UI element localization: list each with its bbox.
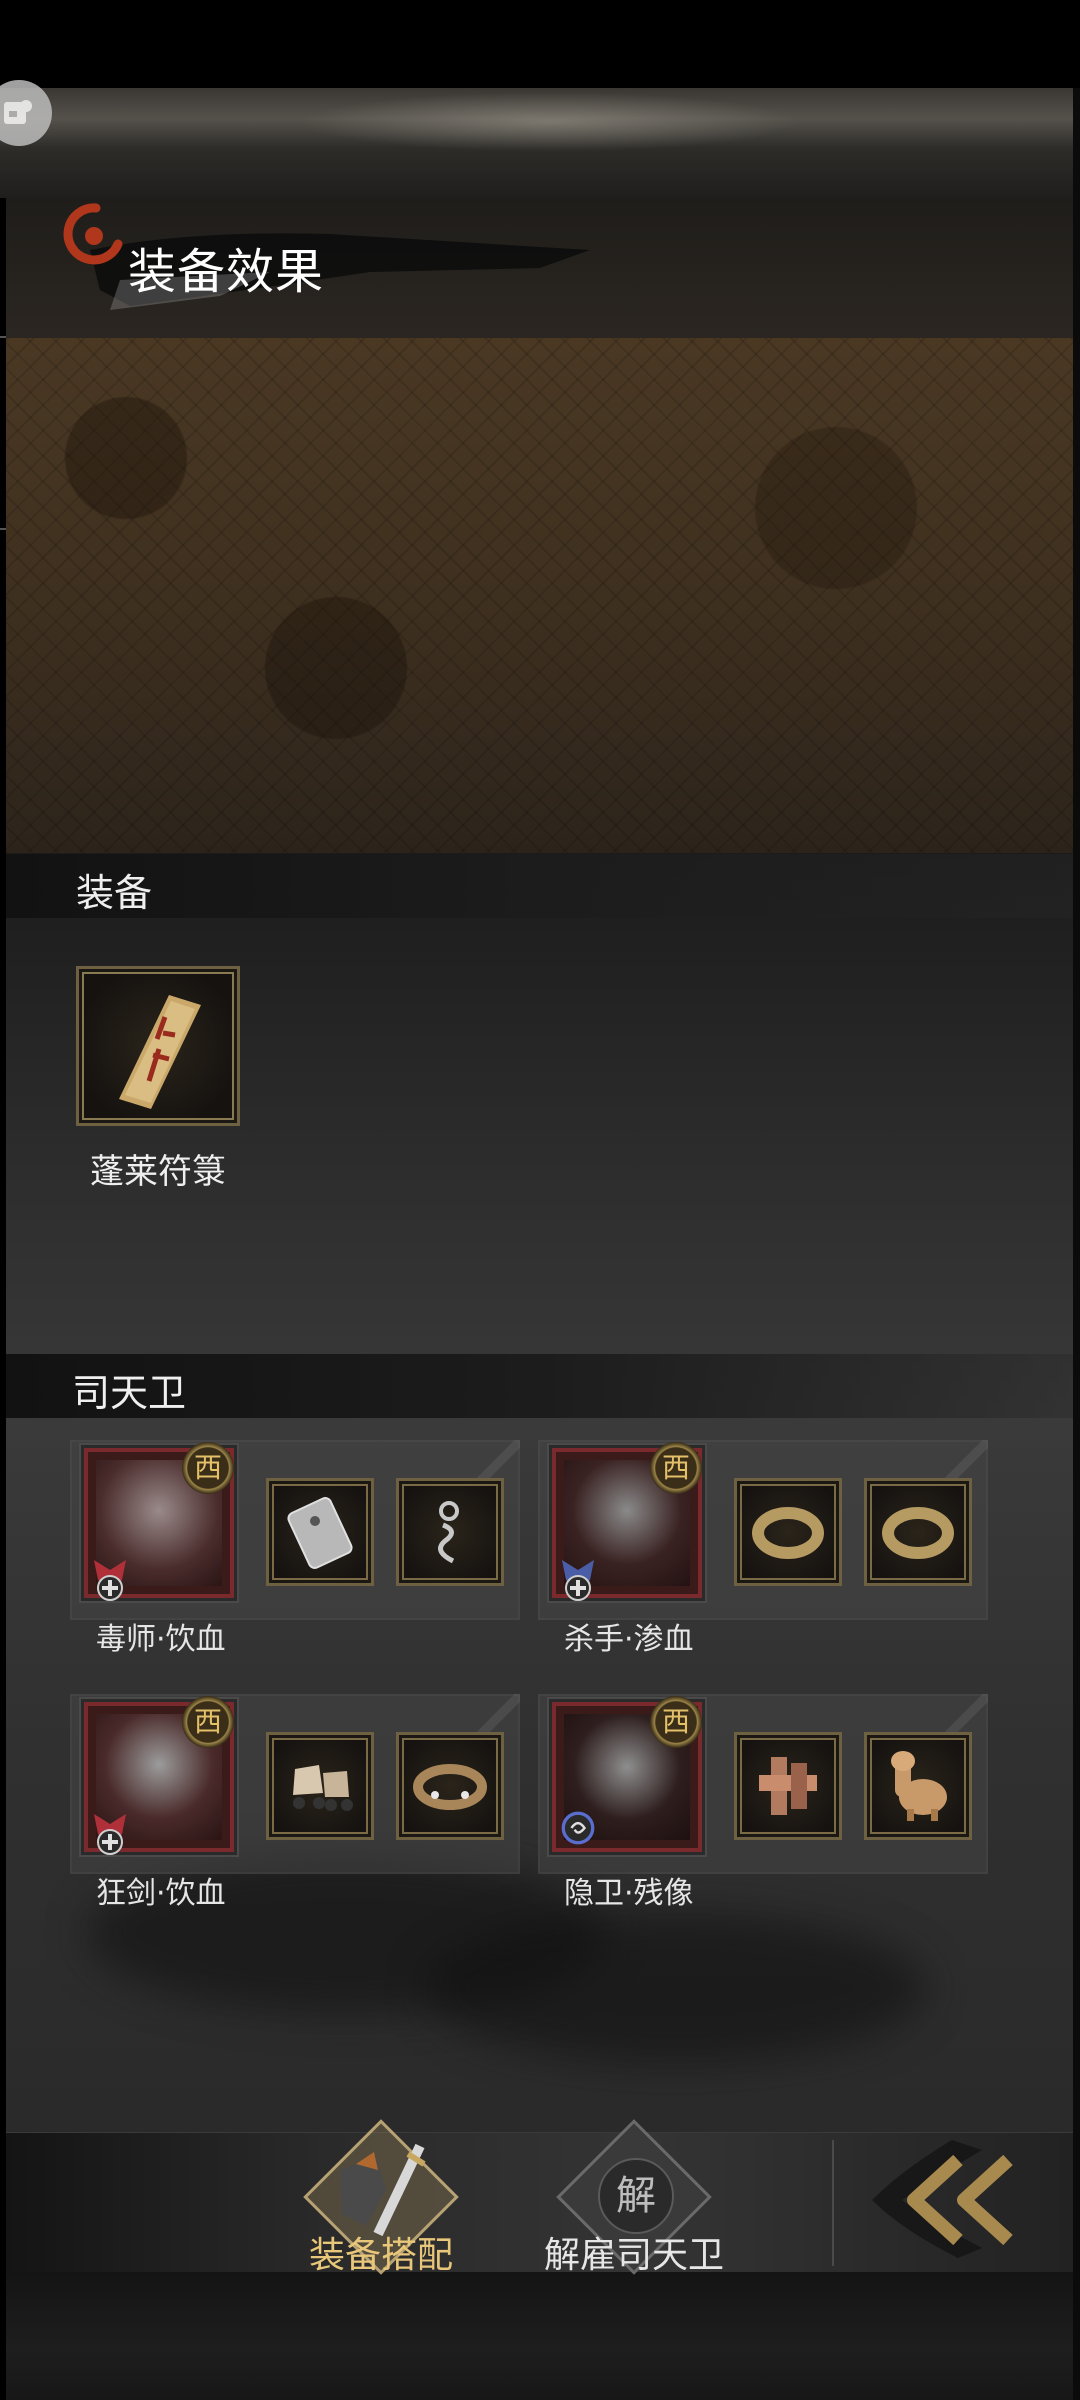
puzzle-icon [4,100,32,124]
gear-slot[interactable] [734,1478,842,1586]
guard-card[interactable]: 西 [70,1694,520,1874]
equip-match-button[interactable]: 装备搭配 [296,2119,466,2284]
faction-badge: 西 [182,1442,234,1494]
dismiss-label: 解雇司天卫 [543,2235,724,2276]
character-name: 隐卫·残像 [564,1876,694,1911]
gear-slot[interactable] [266,1732,374,1840]
gear-slot[interactable] [266,1478,374,1586]
equipment-item-name: 蓬莱符箓 [90,1152,226,1192]
effect-description-panel [6,338,1073,853]
red-seal-icon [63,203,123,265]
red-cross-emblem-icon [94,1814,126,1855]
double-chevron-left-icon [872,2140,1013,2258]
guard-card[interactable]: 西 [538,1440,988,1620]
equipment-section-bar [6,854,1073,918]
serpent-pendant-icon [438,1501,459,1564]
character-name: 狂剑·饮血 [96,1876,226,1911]
equipment-section-label: 装备 [76,871,153,915]
gear-slot[interactable] [864,1732,972,1840]
back-button[interactable] [862,2130,1042,2266]
gold-ring-icon [752,1507,824,1559]
character-name: 毒师·饮血 [96,1622,226,1657]
equipment-slot-penglai-talisman[interactable] [76,966,240,1126]
bottom-divider [832,2140,834,2266]
gear-slot[interactable] [734,1732,842,1840]
guard-card[interactable]: 西 [70,1440,520,1620]
dismiss-guard-button[interactable]: 解 解雇司天卫 [536,2119,732,2284]
top-frame-sheen [300,92,800,152]
blue-cross-emblem-icon [562,1560,594,1601]
faction-badge: 西 [182,1696,234,1748]
red-cross-emblem-icon [94,1560,126,1601]
gear-slot[interactable] [396,1478,504,1586]
roller-skates-icon [293,1765,353,1811]
guards-section-label: 司天卫 [72,1371,187,1415]
equip-match-label: 装备搭配 [308,2235,453,2276]
guard-card[interactable]: 西 [538,1694,988,1874]
gear-slot[interactable] [864,1478,972,1586]
gear-slot[interactable] [396,1732,504,1840]
faction-badge: 西 [650,1696,702,1748]
jeweled-bracelet-icon [413,1764,487,1810]
character-name: 杀手·渗血 [564,1622,694,1657]
faction-badge: 西 [650,1442,702,1494]
bottom-under-strip [6,2272,1073,2400]
top-black-bar [0,0,1080,90]
mist-decoration [426,1913,926,2063]
page-title: 装备效果 [128,244,325,300]
wooden-puzzle-cube-icon [759,1757,817,1815]
silver-plate-charm-icon [287,1497,353,1569]
blue-swirl-emblem-icon [561,1811,595,1845]
talisman-icon [119,995,201,1109]
right-edge [1073,88,1080,2400]
gold-ring-icon [882,1507,954,1559]
alpaca-plush-icon [891,1751,947,1821]
dismiss-seal-icon: 解 [598,2158,674,2234]
